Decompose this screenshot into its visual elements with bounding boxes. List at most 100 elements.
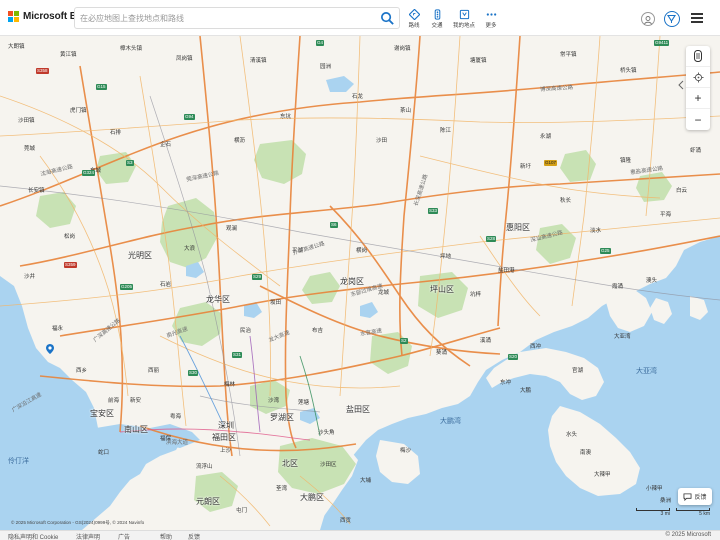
- highway-shield: S6: [330, 222, 338, 228]
- place-label: 长安镇: [28, 188, 45, 194]
- scale-kilometers: 5 km: [676, 508, 710, 517]
- place-label: 沙田: [376, 138, 388, 144]
- nav-label: 我的地点: [452, 23, 475, 29]
- place-label: 陈江: [440, 128, 452, 134]
- district-label: 大鹏区: [300, 493, 324, 502]
- place-label: 西丽: [148, 368, 160, 374]
- highway-shield: S358: [36, 68, 49, 74]
- district-label: 宝安区: [90, 409, 114, 418]
- place-label: 小辣甲: [646, 486, 663, 492]
- place-label: 桥头镇: [620, 68, 637, 74]
- highway-shield: S359: [64, 262, 77, 268]
- feedback-icon: [684, 492, 692, 501]
- highway-shield: G94: [184, 114, 195, 120]
- user-icon: [644, 16, 652, 25]
- zoom-out-button[interactable]: −: [686, 109, 710, 130]
- place-label: 福永: [52, 326, 64, 332]
- highway-shield: S20: [508, 354, 519, 360]
- place-label: 大浪: [184, 246, 196, 252]
- place-label: 蛇口: [98, 450, 110, 456]
- feedback-button[interactable]: 反馈: [678, 488, 712, 505]
- footer-link-feedback[interactable]: 反馈: [188, 532, 200, 540]
- locate-me-button[interactable]: [686, 67, 710, 88]
- place-label: 大朗镇: [8, 44, 25, 50]
- place-label: 坪地: [440, 254, 452, 260]
- footer-link-legal[interactable]: 法律声明: [76, 532, 100, 540]
- hamburger-menu-icon[interactable]: [691, 13, 703, 23]
- search-input[interactable]: [80, 11, 374, 26]
- footer-link-privacy[interactable]: 隐私声明和 Cookie: [8, 532, 58, 540]
- place-label: 淡水: [590, 228, 602, 234]
- highway-shield: G9411: [654, 40, 670, 46]
- microsoft-logo-icon: [8, 11, 19, 22]
- footer-link-help[interactable]: 帮助: [160, 532, 172, 540]
- place-label: 粤海: [170, 414, 182, 420]
- sea-label: 大亚湾: [636, 368, 657, 375]
- place-label: 松岗: [64, 234, 76, 240]
- place-label: 常平镇: [560, 52, 577, 58]
- search-icon[interactable]: [380, 11, 395, 26]
- rewards-button[interactable]: [664, 11, 680, 27]
- place-label: 沙井: [24, 274, 36, 280]
- account-avatar[interactable]: [641, 12, 655, 26]
- highway-shield: S33: [428, 208, 439, 214]
- place-label: 荃湾: [276, 486, 288, 492]
- place-label: 官湖: [572, 368, 584, 374]
- place-label: 前海: [108, 398, 120, 404]
- place-label: 平海: [660, 212, 672, 218]
- collapse-controls-chevron-icon[interactable]: [678, 80, 684, 90]
- more-icon: [486, 13, 496, 16]
- location-pin-icon[interactable]: [46, 344, 54, 354]
- my-places-icon: [459, 9, 469, 20]
- place-label: 观澜: [226, 226, 238, 232]
- nav-label: 交通: [431, 23, 443, 29]
- place-label: 石龙: [352, 94, 364, 100]
- district-label: 龙岗区: [340, 277, 364, 286]
- place-label: 布吉: [312, 328, 324, 334]
- place-label: 西冲: [530, 344, 542, 350]
- place-label: 澳头: [646, 278, 658, 284]
- place-label: 虎门镇: [70, 108, 87, 114]
- place-label: 永湖: [540, 134, 552, 140]
- highway-shield: G4: [316, 40, 325, 46]
- place-label: 流浮山: [196, 464, 213, 470]
- place-label: 大埔: [360, 478, 372, 484]
- place-label: 新安: [130, 398, 142, 404]
- place-label: 塘厦镇: [470, 58, 487, 64]
- place-label: 新圩: [520, 164, 532, 170]
- district-label: 光明区: [128, 251, 152, 260]
- place-label: 东坑: [280, 114, 292, 120]
- place-label: 溪涌: [480, 338, 492, 344]
- district-label: 惠阳区: [506, 223, 530, 232]
- place-label: 上沙: [220, 448, 232, 454]
- place-label: 石排: [110, 130, 122, 136]
- highway-shield: G25: [600, 248, 611, 254]
- district-label: 盐田区: [346, 405, 370, 414]
- place-label: 葵涌: [436, 350, 448, 356]
- highway-shield: S2: [400, 338, 408, 344]
- place-label: 园洲: [320, 64, 332, 70]
- scale-mi-label: 3 mi: [660, 511, 670, 517]
- place-label: 白云: [676, 188, 688, 194]
- search-box: [74, 7, 400, 29]
- locate-icon: [692, 71, 704, 83]
- nav-my-places[interactable]: 我的地点: [451, 9, 477, 33]
- nav-traffic[interactable]: 交通: [424, 9, 450, 33]
- place-label: 樟木头镇: [120, 46, 143, 52]
- place-label: 镇隆: [620, 158, 632, 164]
- place-label: 梅林: [224, 382, 236, 388]
- place-label: 茶山: [400, 108, 412, 114]
- place-label: 莲塘: [298, 400, 310, 406]
- place-label: 东冲: [500, 380, 512, 386]
- map-canvas[interactable]: 光明区 龙华区 龙岗区 坪山区 南山区 福田区 罗湖区 盐田区 宝安区 大鹏区 …: [0, 36, 720, 530]
- footer-link-ads[interactable]: 广告: [118, 532, 130, 540]
- nav-more[interactable]: 更多: [478, 9, 504, 33]
- zoom-in-button[interactable]: +: [686, 88, 710, 109]
- layers-button[interactable]: [686, 46, 710, 67]
- traffic-icon: [434, 9, 440, 20]
- highway-shield: S28: [486, 236, 497, 242]
- highway-shield: G324: [82, 170, 96, 176]
- footer-copyright: © 2025 Microsoft: [665, 532, 711, 538]
- feedback-label: 反馈: [694, 495, 707, 501]
- layers-icon: [694, 50, 702, 62]
